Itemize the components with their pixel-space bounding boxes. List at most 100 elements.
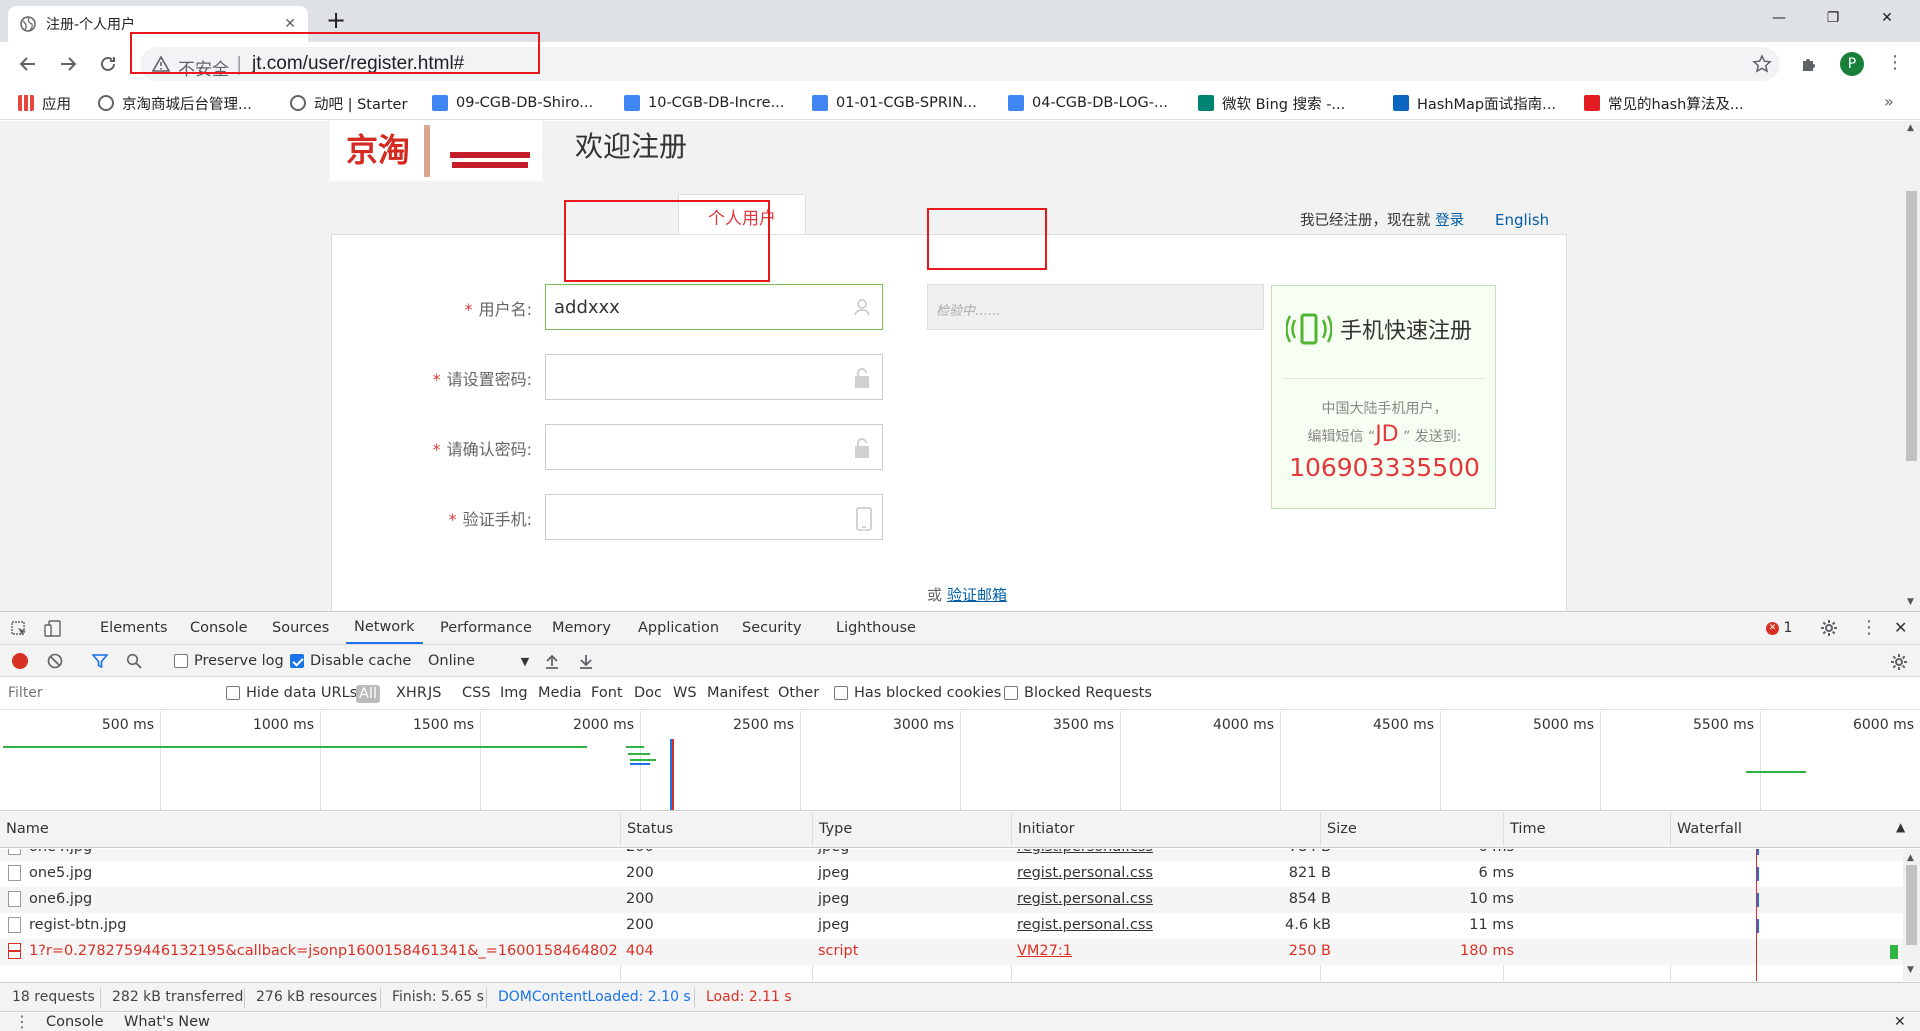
bookmark-item[interactable]: 01-01-CGB-SPRIN... — [812, 92, 977, 114]
request-initiator-link[interactable]: VM27:1 — [1017, 943, 1072, 959]
table-row[interactable]: one6.jpg 200 jpeg regist.personal.css 854 B 1… — [0, 887, 1903, 913]
filter-type-css[interactable]: CSS — [462, 685, 491, 701]
star-icon[interactable] — [1752, 54, 1772, 74]
bookmark-item[interactable]: 04-CGB-DB-LOG-... — [1008, 92, 1168, 114]
bookmark-item[interactable]: 应用 — [18, 92, 71, 114]
request-name[interactable]: 1?r=0.2782759446132195&callback=jsonp160… — [8, 943, 618, 959]
devtools-menu-icon[interactable]: ⋮ — [1860, 617, 1878, 638]
bookmark-item[interactable]: 微软 Bing 搜索 -... — [1198, 92, 1345, 114]
bookmark-item[interactable]: 动吧 | Starter — [290, 92, 407, 114]
filter-type-ws[interactable]: WS — [673, 685, 697, 701]
timeline-overview[interactable]: 500 ms 1000 ms 1500 ms 2000 ms 2500 ms 3000 m… — [0, 711, 1920, 811]
column-header-time[interactable]: Time — [1503, 812, 1670, 846]
network-settings-icon[interactable] — [1890, 653, 1908, 671]
request-initiator-link[interactable]: regist.personal.css — [1017, 849, 1153, 855]
filter-type-xhr[interactable]: XHR — [396, 685, 427, 701]
disable-cache-checkbox[interactable]: Disable cache — [290, 653, 411, 669]
devtools-tab-security[interactable]: Security — [734, 612, 810, 644]
devtools-tab-elements[interactable]: Elements — [92, 612, 176, 644]
login-link[interactable]: 登录 — [1435, 213, 1464, 229]
bookmark-item[interactable]: HashMap面试指南... — [1393, 92, 1556, 114]
column-header-type[interactable]: Type — [812, 812, 1011, 846]
table-row[interactable]: one5.jpg 200 jpeg regist.personal.css 821 B 6… — [0, 861, 1903, 887]
column-header-size[interactable]: Size — [1320, 812, 1503, 846]
devtools-tab-lighthouse[interactable]: Lighthouse — [828, 612, 924, 644]
extensions-icon[interactable] — [1800, 54, 1820, 74]
sort-up-icon[interactable]: ▲ — [1896, 820, 1905, 834]
request-initiator-link[interactable]: regist.personal.css — [1017, 865, 1153, 881]
page-scrollbar-thumb[interactable] — [1906, 191, 1917, 461]
column-header-name[interactable]: Name — [0, 812, 620, 846]
minimize-button[interactable]: — — [1756, 0, 1802, 36]
request-name[interactable]: one6.jpg — [8, 891, 92, 907]
devtools-tab-performance[interactable]: Performance — [432, 612, 540, 644]
confirm-password-input[interactable] — [545, 424, 883, 470]
scroll-down-arrow-icon[interactable]: ▼ — [1907, 597, 1914, 607]
quick-register-panel[interactable]: 手机快速注册 中国大陆手机用户， 编辑短信 “JD ” 发送到: 1069033… — [1271, 285, 1496, 509]
filter-type-other[interactable]: Other — [778, 685, 819, 701]
close-devtools-icon[interactable]: ✕ — [1894, 618, 1907, 637]
filter-type-js[interactable]: JS — [428, 685, 441, 701]
clear-icon[interactable] — [47, 653, 63, 669]
devtools-tab-memory[interactable]: Memory — [544, 612, 619, 644]
export-har-icon[interactable] — [578, 653, 594, 669]
request-name[interactable]: one5.jpg — [8, 865, 92, 881]
request-initiator-link[interactable]: regist.personal.css — [1017, 891, 1153, 907]
record-icon[interactable] — [12, 653, 28, 669]
column-header-initiator[interactable]: Initiator — [1011, 812, 1320, 846]
device-toolbar-icon[interactable] — [44, 620, 62, 638]
back-icon[interactable] — [14, 50, 42, 78]
drawer-tab-whats-new[interactable]: What's New — [124, 1014, 210, 1030]
table-scrollbar[interactable]: ▲ ▼ — [1903, 849, 1920, 981]
phone-input[interactable] — [545, 494, 883, 540]
import-har-icon[interactable] — [544, 653, 560, 669]
close-window-button[interactable]: ✕ — [1864, 0, 1910, 36]
preserve-log-checkbox[interactable]: Preserve log — [174, 653, 284, 669]
reload-icon[interactable] — [94, 50, 122, 78]
drawer-tab-console[interactable]: Console — [46, 1014, 104, 1030]
password-input[interactable] — [545, 354, 883, 400]
username-input[interactable]: addxxx — [545, 284, 883, 330]
drawer-menu-icon[interactable]: ⋮ — [14, 1013, 30, 1031]
bookmark-item[interactable]: 09-CGB-DB-Shiro... — [432, 92, 593, 114]
bookmark-item[interactable]: 常见的hash算法及... — [1584, 92, 1744, 114]
search-icon[interactable] — [126, 653, 142, 669]
has-blocked-cookies-checkbox[interactable]: Has blocked cookies — [834, 685, 1001, 701]
forward-icon[interactable] — [54, 50, 82, 78]
scroll-down-arrow-icon[interactable]: ▼ — [1907, 965, 1914, 975]
bookmark-item[interactable]: 京淘商城后台管理... — [98, 92, 252, 114]
filter-input[interactable] — [2, 682, 210, 704]
column-header-waterfall[interactable]: Waterfall — [1670, 812, 1920, 846]
blocked-requests-checkbox[interactable]: Blocked Requests — [1004, 685, 1152, 701]
filter-type-doc[interactable]: Doc — [634, 685, 662, 701]
error-counter[interactable]: ✕ 1 — [1766, 620, 1792, 636]
filter-type-media[interactable]: Media — [538, 685, 582, 701]
devtools-tab-application[interactable]: Application — [630, 612, 727, 644]
column-header-status[interactable]: Status — [620, 812, 812, 846]
menu-kebab-icon[interactable]: ⋮ — [1886, 52, 1904, 73]
devtools-tab-network[interactable]: Network — [346, 612, 423, 644]
bookmark-item[interactable]: 10-CGB-DB-Incre... — [624, 92, 784, 114]
table-row[interactable]: 1?r=0.2782759446132195&callback=jsonp160… — [0, 939, 1903, 965]
devtools-tab-console[interactable]: Console — [182, 612, 256, 644]
table-row[interactable]: one4.jpg 200 jpeg regist.personal.css 784 B 6… — [0, 849, 1903, 861]
page-scrollbar-track[interactable]: ▲ ▼ — [1903, 121, 1920, 611]
throttle-select[interactable]: Online ▼ — [428, 653, 529, 669]
filter-type-img[interactable]: Img — [500, 685, 528, 701]
bookmarks-overflow-icon[interactable]: » — [1884, 92, 1894, 111]
close-drawer-icon[interactable]: ✕ — [1894, 1014, 1906, 1030]
request-name[interactable]: one4.jpg — [8, 849, 92, 855]
table-scrollbar-thumb[interactable] — [1906, 865, 1917, 945]
scroll-up-arrow-icon[interactable]: ▲ — [1907, 853, 1914, 863]
maximize-button[interactable]: ❐ — [1810, 0, 1856, 36]
site-logo[interactable]: 京淘 — [330, 121, 542, 181]
profile-avatar[interactable]: P — [1840, 52, 1864, 76]
table-row[interactable]: regist-btn.jpg 200 jpeg regist.personal.css… — [0, 913, 1903, 939]
english-link[interactable]: English — [1495, 211, 1549, 229]
filter-type-font[interactable]: Font — [591, 685, 623, 701]
close-tab-icon[interactable]: ✕ — [284, 16, 296, 32]
verify-email-link[interactable]: 验证邮箱 — [947, 584, 1007, 605]
filter-funnel-icon[interactable] — [92, 653, 108, 669]
request-name[interactable]: regist-btn.jpg — [8, 917, 126, 933]
new-tab-button[interactable]: + — [326, 6, 346, 34]
